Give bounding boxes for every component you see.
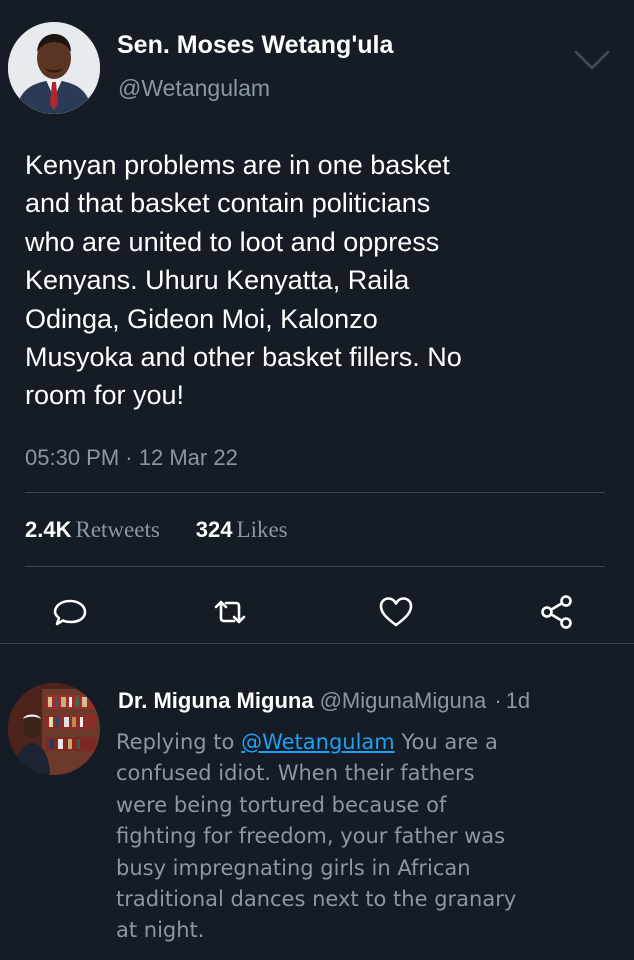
author-avatar[interactable] — [8, 22, 100, 114]
author-name[interactable]: Sen. Moses Wetang'ula — [117, 31, 393, 60]
tweet-text-line: Kenyans. Uhuru Kenyatta, Raila — [25, 265, 410, 296]
retweet-button[interactable] — [210, 592, 250, 632]
tweet-text-line: Kenyan problems are in one basket — [25, 150, 450, 180]
reply-time: 1d — [505, 688, 531, 713]
tweet-timestamp: 05:30 PM · 12 Mar 22 — [25, 445, 238, 471]
likes-label: Likes — [236, 517, 288, 542]
reply-text-line: busy impregnating girls in African — [116, 855, 471, 880]
like-button[interactable] — [376, 592, 416, 632]
replying-to-label: Replying to — [116, 730, 235, 754]
reply-author-avatar[interactable] — [8, 683, 100, 775]
heart-icon — [379, 597, 413, 627]
reply-text-line: confused idiot. When their fathers — [116, 761, 475, 786]
divider — [25, 566, 605, 567]
tweet-text-line: and that basket contain politicians — [25, 188, 431, 219]
tweet-stats: 2.4K Retweets 324 Likes — [25, 517, 288, 543]
tweet-text: Kenyan problems are in one basket and th… — [25, 146, 605, 415]
comment-icon — [53, 599, 87, 626]
tweet-text-line: who are united to loot and oppress — [25, 226, 440, 257]
avatar-photo — [8, 683, 100, 775]
reply-text-line: were being tortured because of — [116, 792, 447, 817]
tweet-date: 12 Mar 22 — [138, 445, 238, 470]
share-icon — [541, 595, 572, 629]
divider — [25, 492, 605, 493]
reply-author-handle[interactable]: @MigunaMiguna — [320, 688, 487, 713]
tweet-time: 05:30 PM — [25, 445, 120, 470]
avatar-photo — [8, 22, 100, 114]
reply-button[interactable] — [50, 592, 90, 632]
meta-separator: · — [125, 445, 133, 470]
divider — [0, 643, 634, 644]
reply-header: Dr. Miguna Miguna @MigunaMiguna · 1d — [118, 688, 530, 714]
tweet-text-line: room for you! — [25, 380, 185, 411]
reply-text-line: at night. — [116, 918, 205, 943]
retweets-label: Retweets — [75, 517, 160, 542]
mention-link[interactable]: @Wetangulam — [241, 730, 395, 754]
author-handle[interactable]: @Wetangulam — [118, 75, 270, 102]
meta-separator: · — [494, 688, 502, 713]
reply-text-line: traditional dances next to the granary — [116, 887, 517, 912]
tweet-text-line: Odinga, Gideon Moi, Kalonzo — [25, 303, 378, 334]
reply-text-line: Replying to @Wetangulam You are a — [116, 727, 631, 758]
reply-author-name[interactable]: Dr. Miguna Miguna — [118, 688, 314, 713]
share-button[interactable] — [537, 592, 577, 632]
reply-text: Replying to @Wetangulam You are a confus… — [116, 727, 631, 947]
retweets-count: 2.4K — [25, 517, 72, 542]
chevron-down-icon[interactable] — [572, 46, 612, 74]
likes-count: 324 — [195, 517, 233, 542]
likes-stat[interactable]: 324 Likes — [196, 517, 288, 542]
reply-text-line: fighting for freedom, your father was — [116, 824, 506, 849]
tweet-text-line: Musyoka and other basket fillers. No — [25, 342, 462, 373]
retweet-icon — [214, 600, 246, 624]
reply-text-fragment: You are a — [401, 730, 498, 754]
retweets-stat[interactable]: 2.4K Retweets — [25, 517, 160, 542]
